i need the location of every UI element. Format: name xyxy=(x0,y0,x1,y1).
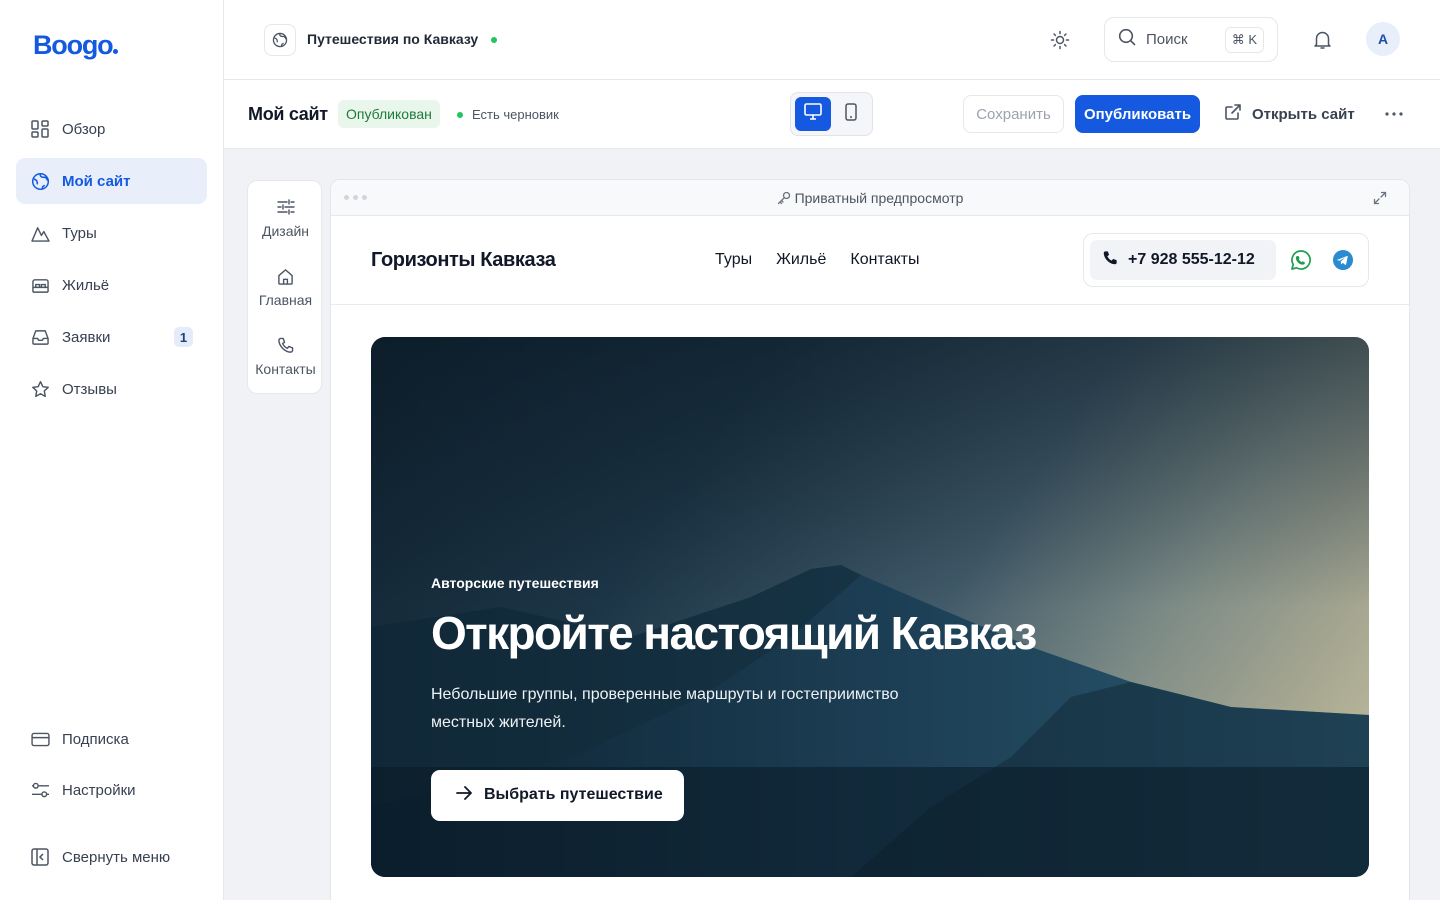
section-home[interactable]: Главная xyxy=(248,265,323,308)
save-button[interactable]: Сохранить xyxy=(963,95,1064,133)
collapse-icon xyxy=(30,847,50,867)
sidebar-item-label: Отзывы xyxy=(62,380,117,398)
editor-workspace: Дизайн Главная Контакты Приватный предпр… xyxy=(224,149,1440,900)
open-site-label: Открыть сайт xyxy=(1252,105,1355,123)
site-nav-tours[interactable]: Туры xyxy=(715,251,752,269)
phone-button[interactable]: +7 928 555-12-12 xyxy=(1090,240,1276,280)
sidebar-item-subscription[interactable]: Подписка xyxy=(16,716,207,762)
smartphone-icon xyxy=(845,102,857,126)
choose-trip-button[interactable]: Выбрать путешествие xyxy=(431,769,684,821)
mobile-view-button[interactable] xyxy=(833,97,869,131)
topbar: Путешествия по Кавказу Поиск ⌘ K A xyxy=(224,0,1440,80)
mountain-icon xyxy=(30,223,50,243)
sidebar-item-reviews[interactable]: Отзывы xyxy=(16,366,207,412)
draft-label: Есть черновик xyxy=(472,107,559,122)
device-toggle xyxy=(790,92,873,136)
editor-toolbar: Мой сайт Опубликован Есть черновик Сохра… xyxy=(224,80,1440,149)
open-site-link[interactable]: Открыть сайт xyxy=(1224,103,1355,125)
expand-icon[interactable] xyxy=(1373,191,1387,205)
site-preview: Приватный предпросмотр Горизонты Кавказа… xyxy=(330,179,1410,900)
collapse-menu-button[interactable]: Свернуть меню xyxy=(16,834,207,880)
sidebar-item-settings[interactable]: Настройки xyxy=(16,767,207,813)
sidebar-item-label: Подписка xyxy=(62,730,129,748)
section-design[interactable]: Дизайн xyxy=(248,196,323,239)
phone-icon xyxy=(1102,250,1128,271)
hero-content: Авторские путешествия Откройте настоящий… xyxy=(431,575,1037,821)
hero-title: Откройте настоящий Кавказ xyxy=(431,607,1037,659)
grid-icon xyxy=(30,119,50,139)
avatar[interactable]: A xyxy=(1366,22,1400,56)
external-link-icon xyxy=(1224,103,1252,125)
project-globe-icon[interactable] xyxy=(264,24,296,56)
draft-indicator: Есть черновик xyxy=(457,107,559,122)
phone-icon xyxy=(275,334,297,356)
monitor-icon xyxy=(804,103,822,125)
phone-number: +7 928 555-12-12 xyxy=(1128,251,1255,268)
inbox-icon xyxy=(30,327,50,347)
section-label: Дизайн xyxy=(261,223,310,239)
desktop-view-button[interactable] xyxy=(795,97,831,131)
section-contacts[interactable]: Контакты xyxy=(248,334,323,377)
hero-banner: Авторские путешествия Откройте настоящий… xyxy=(371,337,1369,877)
sliders-icon xyxy=(30,780,50,800)
search-box[interactable]: Поиск ⌘ K xyxy=(1104,17,1278,62)
sidebar-item-label: Свернуть меню xyxy=(62,848,171,866)
preview-bar: Приватный предпросмотр xyxy=(331,180,1409,216)
arrow-right-icon xyxy=(456,785,484,805)
publish-button[interactable]: Опубликовать xyxy=(1075,95,1200,133)
hero-subtitle: Небольшие группы, проверенные маршруты и… xyxy=(431,685,899,731)
bell-icon[interactable] xyxy=(1310,28,1334,52)
logo[interactable]: Boogo xyxy=(33,30,119,61)
page-title: Мой сайт xyxy=(248,104,328,124)
site-header: Горизонты Кавказа Туры Жильё Контакты +7… xyxy=(331,216,1409,305)
sidebar-item-label: Обзор xyxy=(62,120,106,138)
search-icon xyxy=(1118,28,1136,51)
star-icon xyxy=(30,379,50,399)
draft-dot xyxy=(457,111,463,118)
bed-icon xyxy=(30,275,50,295)
requests-count-badge: 1 xyxy=(174,327,193,347)
sidebar-item-label: Жильё xyxy=(62,276,110,294)
search-placeholder: Поиск xyxy=(1146,31,1188,48)
sidebar-item-tours[interactable]: Туры xyxy=(16,210,207,256)
globe-icon xyxy=(30,171,50,191)
status-badge: Опубликован xyxy=(338,100,440,128)
theme-toggle-sun-icon[interactable] xyxy=(1048,28,1072,52)
search-shortcut: ⌘ K xyxy=(1224,27,1264,53)
project-status-dot xyxy=(491,37,497,43)
preview-label: Приватный предпросмотр xyxy=(331,190,1409,208)
section-label: Контакты xyxy=(255,361,316,377)
site-nav-housing[interactable]: Жильё xyxy=(776,251,826,269)
home-icon xyxy=(275,265,297,287)
choose-trip-label: Выбрать путешествие xyxy=(484,786,663,804)
sidebar-item-label: Туры xyxy=(62,224,97,242)
site-nav-contacts[interactable]: Контакты xyxy=(850,251,919,269)
telegram-icon[interactable] xyxy=(1332,249,1354,271)
site-brand[interactable]: Горизонты Кавказа xyxy=(371,249,556,272)
sidebar-item-label: Заявки xyxy=(62,328,111,346)
project-name[interactable]: Путешествия по Кавказу xyxy=(307,31,478,47)
sidebar-item-label: Настройки xyxy=(62,781,136,799)
sidebar-item-requests[interactable]: Заявки 1 xyxy=(16,314,207,360)
sidebar-item-label: Мой сайт xyxy=(62,172,131,190)
sidebar: Boogo Обзор Мой сайт Туры Жильё Заявки 1 xyxy=(0,0,224,900)
site-nav: Туры Жильё Контакты xyxy=(715,251,919,269)
sidebar-item-my-site[interactable]: Мой сайт xyxy=(16,158,207,204)
section-label: Главная xyxy=(258,292,313,308)
key-icon xyxy=(777,191,791,208)
adjustments-icon xyxy=(275,196,297,218)
sidebar-item-housing[interactable]: Жильё xyxy=(16,262,207,308)
whatsapp-icon[interactable] xyxy=(1290,249,1312,271)
contact-pill: +7 928 555-12-12 xyxy=(1083,233,1369,287)
hero-kicker: Авторские путешествия xyxy=(431,575,599,591)
more-options-icon[interactable] xyxy=(1382,107,1406,121)
section-panel: Дизайн Главная Контакты xyxy=(247,180,322,394)
card-icon xyxy=(30,729,50,749)
sidebar-item-overview[interactable]: Обзор xyxy=(16,106,207,152)
